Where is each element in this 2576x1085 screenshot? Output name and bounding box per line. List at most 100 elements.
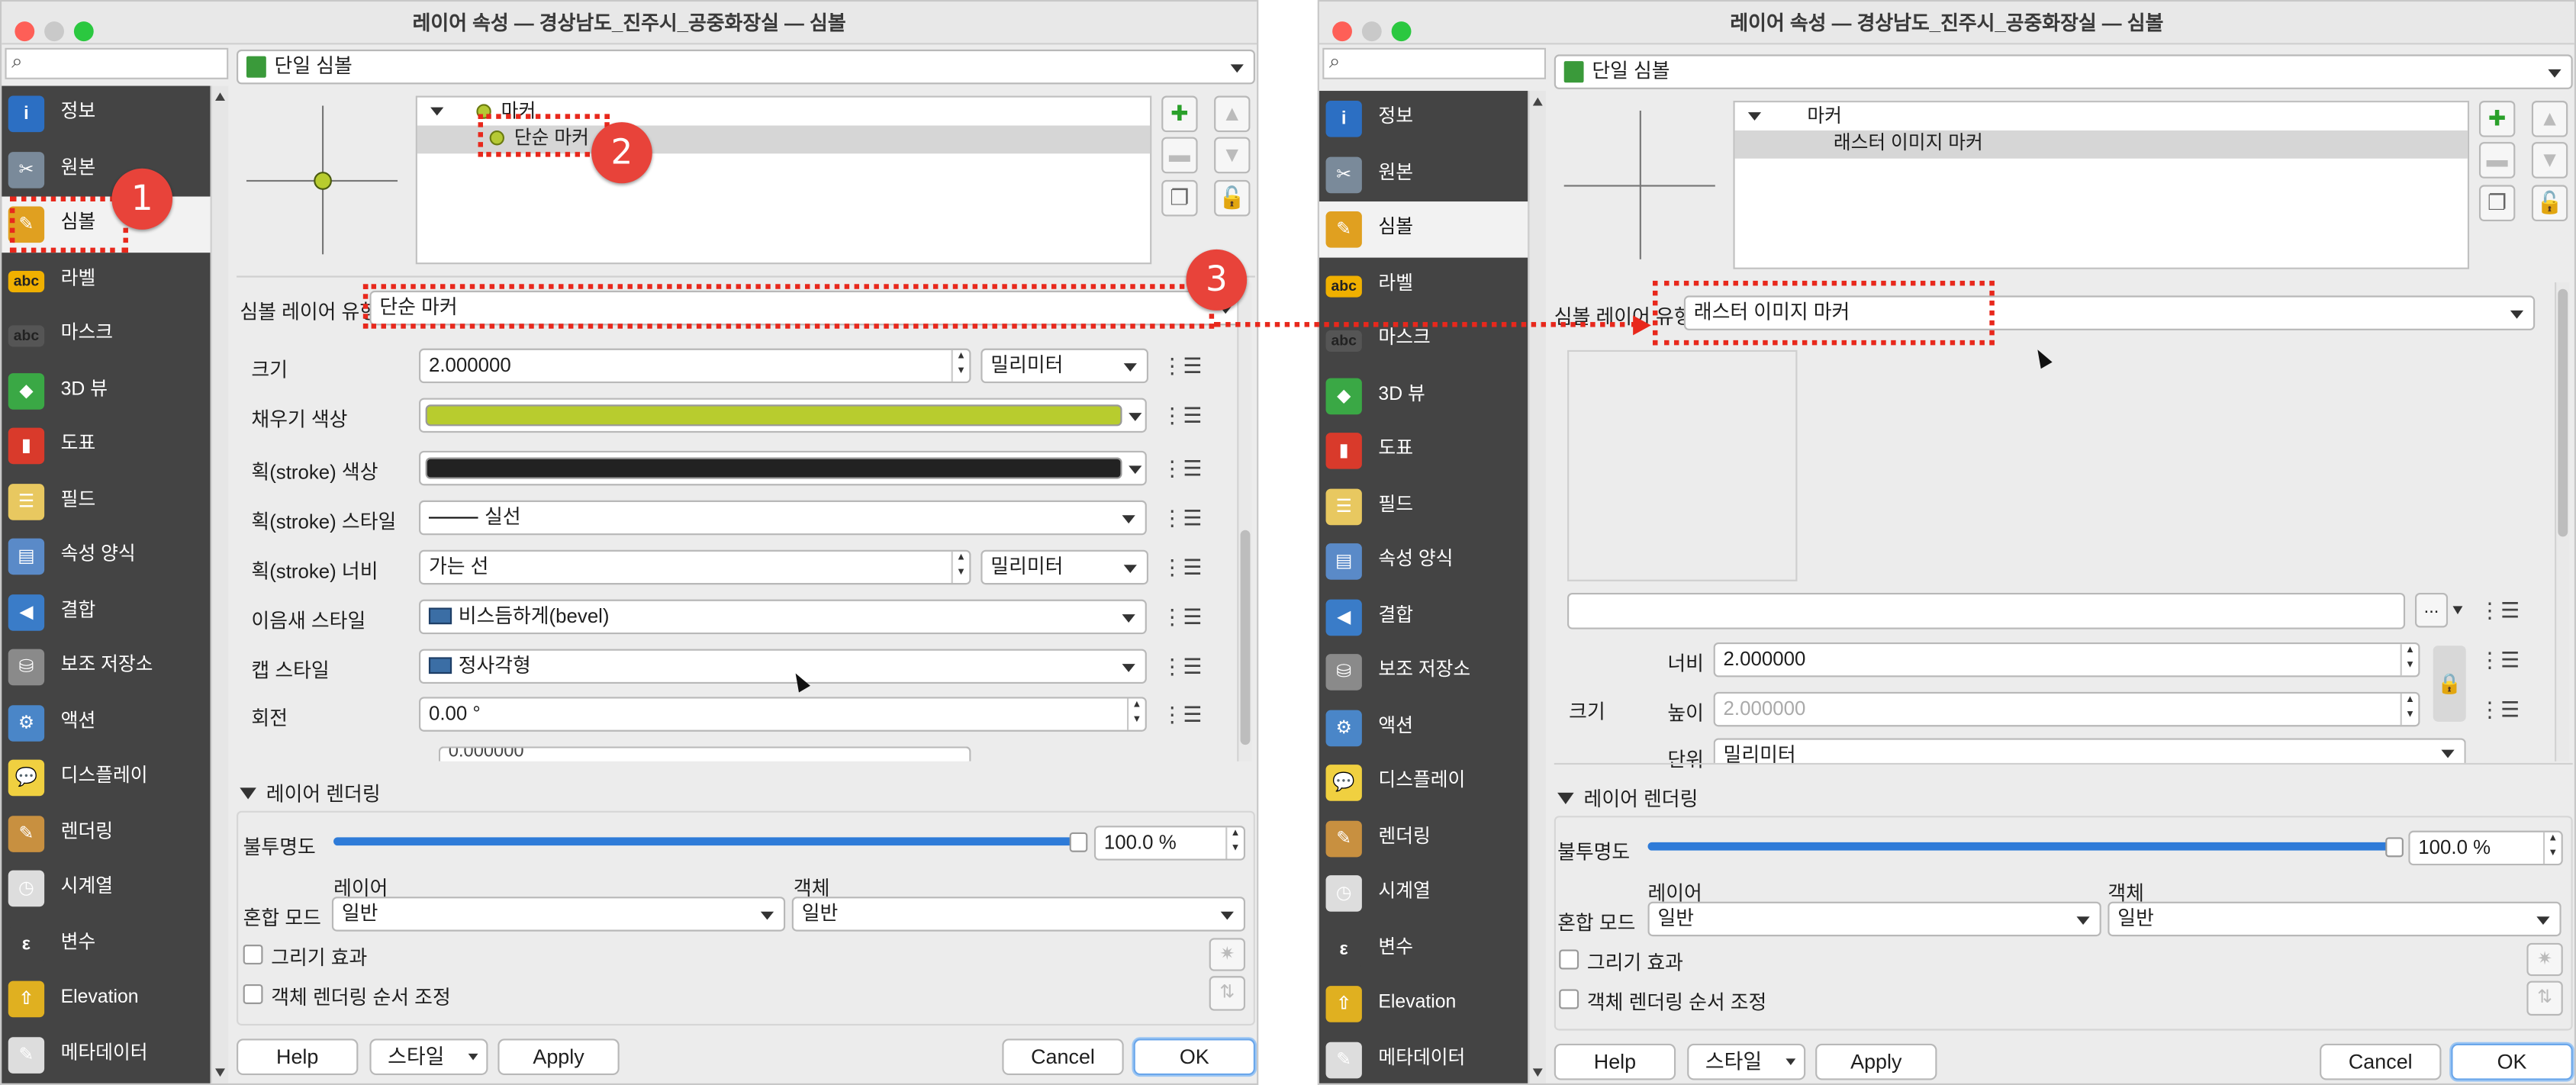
sidebar-item-label-abc[interactable]: abc 라벨 bbox=[2, 252, 210, 307]
sidebar-item-paintbrush[interactable]: ✎ 렌더링 bbox=[1319, 810, 1528, 866]
sidebar-item-speech[interactable]: 💬 디스플레이 bbox=[1319, 755, 1528, 810]
browse-dropdown-arrow-icon[interactable] bbox=[2452, 606, 2463, 615]
value-select[interactable]: 실선 bbox=[419, 500, 1147, 536]
symbol-layer-tree[interactable]: 마커 래스터 이미지 마커 bbox=[1733, 101, 2470, 269]
sidebar-item-fields[interactable]: ☰ 필드 bbox=[1319, 478, 1528, 534]
zoom-window-button[interactable] bbox=[73, 21, 94, 42]
value-select[interactable]: 비스듬하게(bevel) bbox=[419, 599, 1147, 635]
lock-layer-button[interactable]: 🔓 bbox=[1214, 179, 1251, 217]
data-defined-override-button[interactable]: ⋮☰ bbox=[1161, 699, 1202, 730]
browse-file-button[interactable]: ... bbox=[2415, 593, 2449, 628]
cancel-button[interactable]: Cancel bbox=[2320, 1043, 2442, 1080]
add-symbol-layer-button[interactable]: ✚ bbox=[2478, 101, 2516, 137]
settings-scrollbar[interactable] bbox=[2555, 282, 2570, 761]
apply-button[interactable]: Apply bbox=[497, 1038, 620, 1076]
style-menu-button[interactable]: 스타일 bbox=[1687, 1043, 1806, 1080]
chevron-down-icon[interactable] bbox=[1129, 413, 1142, 421]
move-down-button[interactable]: ▼ bbox=[1214, 137, 1251, 174]
scroll-down-icon[interactable] bbox=[215, 1068, 225, 1077]
value-spinbox[interactable]: 가는 선 ▲ ▼ bbox=[419, 549, 971, 585]
offset-spinbox-partial[interactable]: 0.000000 bbox=[438, 746, 971, 761]
close-window-button[interactable] bbox=[14, 21, 35, 42]
value-spinbox[interactable]: 0.00 ° ▲ ▼ bbox=[419, 697, 1147, 732]
style-menu-button[interactable]: 스타일 bbox=[369, 1038, 488, 1076]
effects-settings-button[interactable]: ✷ bbox=[2526, 942, 2563, 977]
value-select[interactable]: 정사각형 bbox=[419, 649, 1147, 684]
help-button[interactable]: Help bbox=[1554, 1043, 1676, 1080]
sidebar-item-clock[interactable]: ◷ 시계열 bbox=[2, 861, 210, 916]
sidebar-item-join[interactable]: ◀ 결합 bbox=[2, 584, 210, 639]
effects-settings-button[interactable]: ✷ bbox=[1209, 938, 1246, 971]
move-down-button[interactable]: ▼ bbox=[2531, 142, 2568, 179]
data-defined-override-button[interactable]: ⋮☰ bbox=[1161, 452, 1202, 484]
sidebar-item-form[interactable]: ▤ 속성 양식 bbox=[2, 529, 210, 584]
apply-button[interactable]: Apply bbox=[1815, 1043, 1937, 1080]
data-defined-override-button[interactable]: ⋮☰ bbox=[1161, 601, 1202, 633]
sidebar-item-mask-abc[interactable]: abc 마스크 bbox=[1319, 312, 1528, 368]
unit-select[interactable]: 밀리미터 bbox=[980, 549, 1148, 585]
sidebar-scrollbar[interactable] bbox=[210, 85, 229, 1083]
sidebar-item-cube[interactable]: ◆ 3D 뷰 bbox=[2, 362, 210, 418]
sidebar-item-metadata[interactable]: ✎ 메타데이터 bbox=[2, 1026, 210, 1082]
sidebar-item-gear[interactable]: ⚙ 액션 bbox=[2, 694, 210, 750]
sidebar-item-paintbrush[interactable]: ✎ 렌더링 bbox=[2, 805, 210, 861]
width-data-defined-button[interactable]: ⋮☰ bbox=[2479, 644, 2520, 675]
minimize-window-button[interactable] bbox=[1361, 21, 1382, 42]
sidebar-item-gear[interactable]: ⚙ 액션 bbox=[1319, 700, 1528, 755]
sidebar-item-cube[interactable]: ◆ 3D 뷰 bbox=[1319, 368, 1528, 423]
spin-arrows-icon[interactable]: ▲ ▼ bbox=[1225, 827, 1244, 859]
sidebar-scrollbar[interactable] bbox=[1528, 91, 1547, 1083]
expand-arrow-icon[interactable] bbox=[430, 107, 444, 116]
help-button[interactable]: Help bbox=[237, 1038, 359, 1076]
sidebar-item-database[interactable]: ⛁ 보조 저장소 bbox=[1319, 644, 1528, 700]
spin-arrows-icon[interactable]: ▲ ▼ bbox=[951, 551, 970, 584]
close-window-button[interactable] bbox=[1332, 21, 1352, 42]
settings-scrollbar[interactable] bbox=[1237, 282, 1252, 761]
data-defined-override-button[interactable]: ⋮☰ bbox=[1161, 552, 1202, 583]
sidebar-item-mask-abc[interactable]: abc 마스크 bbox=[2, 307, 210, 363]
spin-arrows-icon[interactable]: ▲ ▼ bbox=[951, 349, 970, 382]
layer-rendering-section[interactable]: 레이어 렌더링 bbox=[240, 780, 381, 808]
sidebar-item-metadata[interactable]: ✎ 메타데이터 bbox=[1319, 1032, 1528, 1083]
draw-effects-checkbox[interactable] bbox=[243, 945, 263, 964]
object-blend-select[interactable]: 일반 bbox=[2107, 901, 2562, 937]
remove-symbol-layer-button[interactable]: ▬ bbox=[2478, 142, 2516, 179]
sidebar-item-brush[interactable]: ✎ 심볼 bbox=[1319, 201, 1528, 257]
cancel-button[interactable]: Cancel bbox=[1002, 1038, 1124, 1076]
color-button[interactable] bbox=[419, 398, 1147, 433]
sidebar-search-input[interactable]: ⌕ bbox=[1322, 47, 1547, 79]
object-blend-select[interactable]: 일반 bbox=[791, 897, 1246, 932]
sidebar-item-label-abc[interactable]: abc 라벨 bbox=[1319, 257, 1528, 313]
sidebar-item-diagram[interactable]: ▮ 도표 bbox=[2, 418, 210, 474]
aspect-lock-bracket[interactable]: 🔒 bbox=[2433, 646, 2466, 722]
order-by-settings-button[interactable]: ⇅ bbox=[1209, 976, 1246, 1011]
zoom-window-button[interactable] bbox=[1391, 21, 1412, 42]
minimize-window-button[interactable] bbox=[44, 21, 64, 42]
sidebar-item-speech[interactable]: 💬 디스플레이 bbox=[2, 750, 210, 806]
spin-arrows-icon[interactable]: ▲ ▼ bbox=[2542, 832, 2562, 864]
opacity-slider-track[interactable] bbox=[333, 837, 1081, 846]
scroll-up-icon[interactable] bbox=[215, 92, 225, 101]
sidebar-item-wrench[interactable]: ✂ 원본 bbox=[2, 141, 210, 197]
spin-arrows-icon[interactable]: ▲ ▼ bbox=[1127, 698, 1145, 730]
draw-effects-checkbox[interactable] bbox=[1559, 949, 1579, 970]
tree-row-raster-marker[interactable]: 래스터 이미지 마커 bbox=[1734, 130, 2468, 159]
renderer-type-select[interactable]: 단일 심볼 bbox=[1554, 54, 2573, 89]
unit-select[interactable]: 밀리미터 bbox=[1713, 738, 2466, 763]
tree-row-marker[interactable]: 마커 bbox=[1735, 104, 2468, 132]
value-spinbox[interactable]: 2.000000 ▲ ▼ bbox=[419, 348, 971, 384]
spin-arrows-icon[interactable]: ▲ ▼ bbox=[2400, 694, 2419, 726]
chevron-down-icon[interactable] bbox=[1129, 465, 1142, 475]
sidebar-item-clock[interactable]: ◷ 시계열 bbox=[1319, 865, 1528, 921]
sidebar-item-elevation[interactable]: ⇧ Elevation bbox=[1319, 976, 1528, 1032]
path-data-defined-button[interactable]: ⋮☰ bbox=[2479, 594, 2520, 626]
sidebar-item-elevation[interactable]: ⇧ Elevation bbox=[2, 971, 210, 1027]
sidebar-item-diagram[interactable]: ▮ 도표 bbox=[1319, 423, 1528, 478]
opacity-slider-handle[interactable] bbox=[1069, 832, 1088, 852]
color-button[interactable] bbox=[419, 450, 1147, 486]
lock-layer-button[interactable]: 🔓 bbox=[2531, 185, 2568, 222]
order-by-settings-button[interactable]: ⇅ bbox=[2526, 980, 2563, 1016]
scroll-up-icon[interactable] bbox=[1532, 97, 1543, 106]
scroll-down-icon[interactable] bbox=[1532, 1068, 1543, 1077]
layer-blend-select[interactable]: 일반 bbox=[331, 897, 786, 932]
